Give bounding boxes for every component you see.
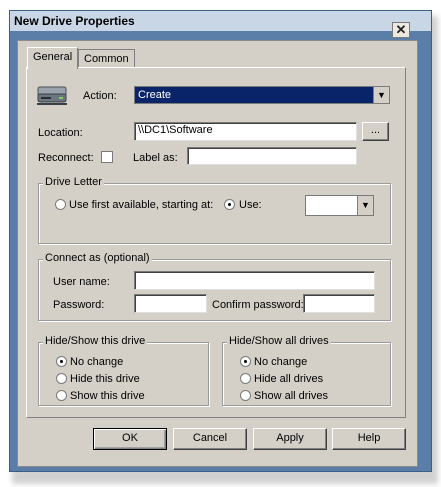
help-button[interactable]: Help: [332, 428, 406, 450]
apply-button[interactable]: Apply: [253, 428, 327, 450]
tab-common[interactable]: Common: [78, 49, 135, 68]
ok-button[interactable]: OK: [93, 428, 167, 450]
tab-panel-general: [26, 67, 406, 418]
close-icon: ✕: [395, 22, 407, 37]
close-button[interactable]: ✕: [392, 22, 410, 38]
tab-general[interactable]: General: [27, 47, 79, 69]
window-title: New Drive Properties: [14, 14, 135, 28]
cancel-button[interactable]: Cancel: [173, 428, 247, 450]
